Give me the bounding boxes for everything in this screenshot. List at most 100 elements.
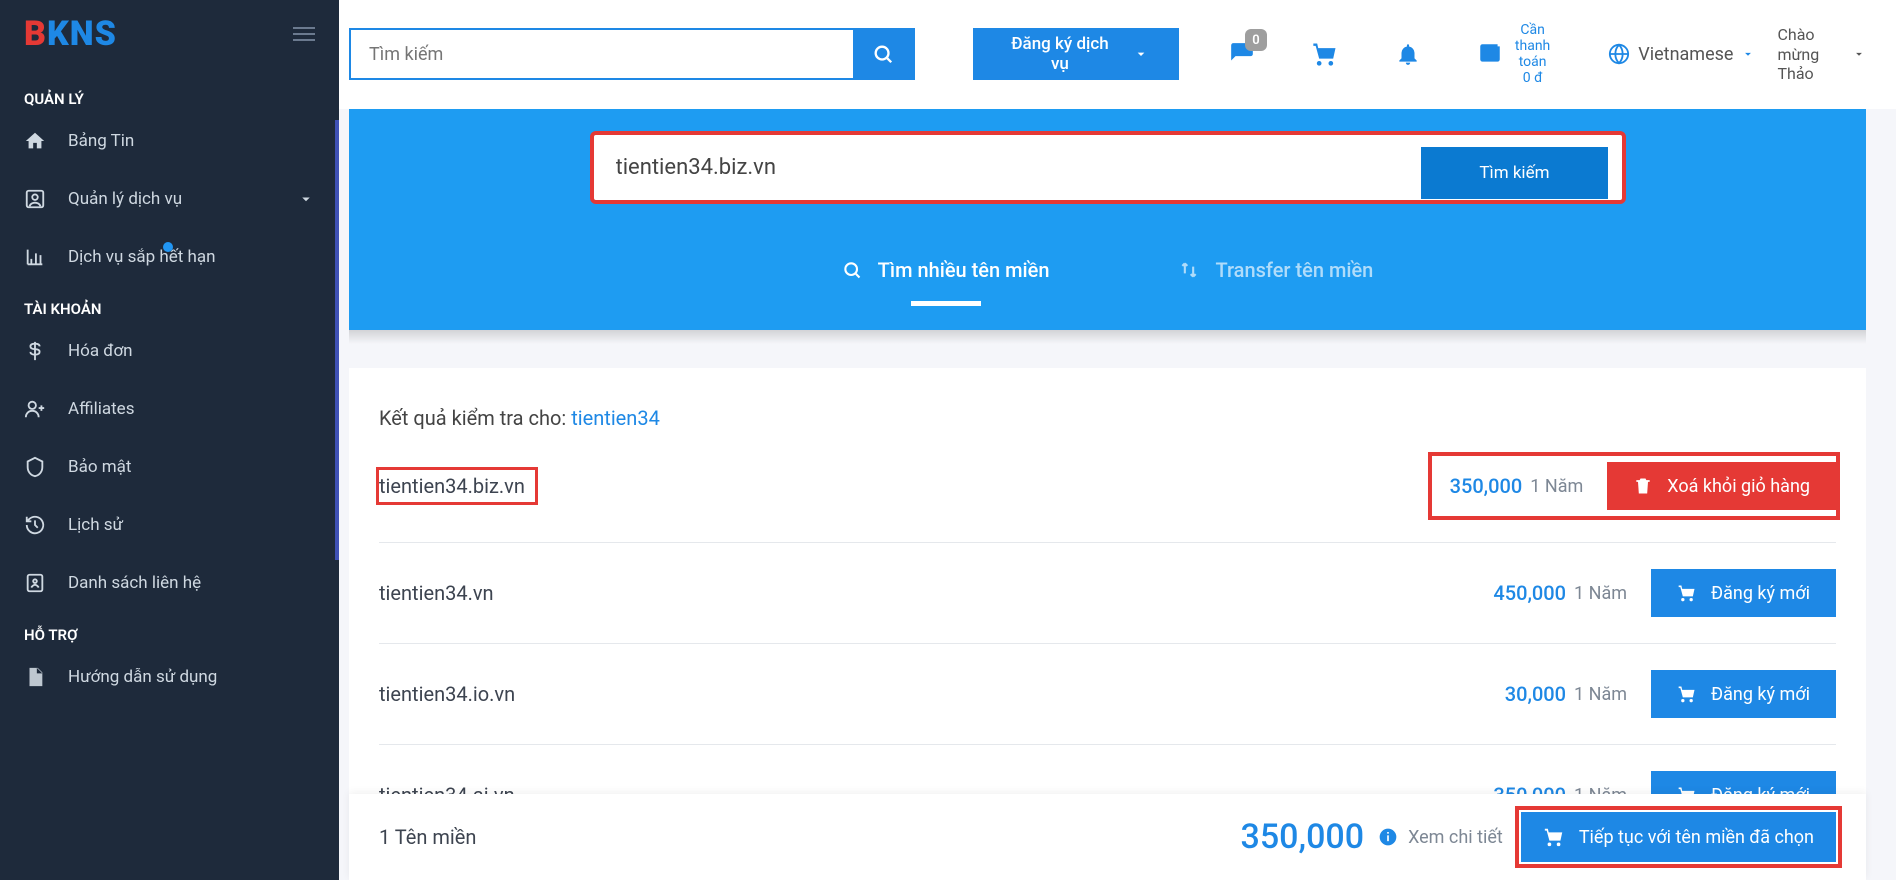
sidebar-item-label: Affiliates [68,399,134,419]
result-row: tientien34.vn 450,000 1 Năm Đăng ký mới [379,543,1836,644]
sidebar-section-account: TÀI KHOẢN [0,286,339,322]
sidebar-item-history[interactable]: Lịch sử [0,496,339,554]
button-label: Đăng ký mới [1711,684,1810,705]
cart-count: 1 Tên miền [379,825,1241,849]
sidebar-section-support: HỖ TRỢ [0,612,339,648]
home-icon [24,130,46,152]
sidebar-item-label: Lịch sử [68,515,123,535]
tab-label: Transfer tên miền [1215,258,1373,282]
sidebar-item-contacts[interactable]: Danh sách liên hệ [0,554,339,612]
results-panel: Kết quả kiểm tra cho: tientien34 tientie… [349,368,1866,845]
dollar-icon [24,340,46,362]
document-icon [24,666,46,688]
bell-icon[interactable] [1395,41,1421,67]
notification-dot [163,242,173,252]
domain-search-card: Tìm kiếm [592,133,1624,202]
sidebar-item-services[interactable]: Quản lý dịch vụ [0,170,339,228]
hero-shadow [349,330,1866,344]
sidebar-section-manage: QUẢN LÝ [0,76,339,112]
results-title-prefix: Kết quả kiểm tra cho: [379,406,571,430]
chevron-down-icon [1133,46,1149,62]
sidebar-item-label: Quản lý dịch vụ [68,189,182,209]
button-label: Xoá khỏi giỏ hàng [1667,476,1810,497]
search-icon [872,43,894,65]
user-card-icon [24,188,46,210]
result-price: 450,000 [1493,581,1566,605]
tab-transfer-domain[interactable]: Transfer tên miền [1179,258,1373,294]
sidebar-item-label: Danh sách liên hệ [68,573,201,593]
result-domain: tientien34.vn [379,581,1493,605]
users-plus-icon [24,398,46,420]
menu-toggle-icon[interactable] [293,27,315,41]
tab-label: Tìm nhiều tên miền [878,258,1050,282]
results-query-link[interactable]: tientien34 [571,406,660,430]
search-input[interactable] [351,30,853,78]
result-period: 1 Năm [1574,583,1627,604]
results-title: Kết quả kiểm tra cho: tientien34 [379,406,1836,430]
sidebar-item-label: Hướng dẫn sử dụng [68,667,217,687]
search-icon [842,260,862,280]
chart-icon [24,246,46,268]
language-switch[interactable]: Vietnamese [1608,43,1755,65]
user-greeting: Chào mừng Thảo [1777,25,1844,83]
trash-icon [1633,476,1653,496]
register-label: Đăng ký dịch vụ [1003,34,1117,74]
result-domain: tientien34.io.vn [379,682,1505,706]
remove-from-cart-button[interactable]: Xoá khỏi giỏ hàng [1607,462,1836,510]
sidebar: BKNS QUẢN LÝ Bảng Tin Quản lý dịch vụ Dị… [0,0,339,880]
continue-button[interactable]: Tiếp tục với tên miền đã chọn [1521,812,1836,862]
pending-payment[interactable]: Cần thanh toán 0 đ [1477,22,1552,86]
sidebar-item-affiliates[interactable]: Affiliates [0,380,339,438]
info-icon[interactable] [1378,827,1398,847]
result-domain: tientien34.biz.vn [379,474,1432,498]
sidebar-item-label: Bảng Tin [68,131,134,151]
sidebar-item-security[interactable]: Bảo mật [0,438,339,496]
cart-icon [1543,826,1565,848]
transfer-icon [1179,260,1199,280]
result-period: 1 Năm [1530,476,1583,497]
domain-search-hero: Tìm kiếm Tìm nhiều tên miền Transfer tên… [349,109,1866,330]
result-price: 350,000 [1450,474,1523,498]
topbar: Đăng ký dịch vụ 0 Cần thanh toán 0 đ [339,0,1896,109]
sidebar-item-invoices[interactable]: Hóa đơn [0,322,339,380]
result-row: tientien34.biz.vn 350,000 1 Năm Xoá khỏi… [379,430,1836,543]
cart-icon[interactable] [1311,40,1339,68]
tab-multi-domain[interactable]: Tìm nhiều tên miền [842,258,1050,294]
chat-icon[interactable]: 0 [1229,41,1255,67]
cart-icon [1677,684,1697,704]
sidebar-item-dashboard[interactable]: Bảng Tin [0,112,339,170]
search-button[interactable] [853,30,913,78]
button-label: Đăng ký mới [1711,583,1810,604]
language-label: Vietnamese [1638,44,1733,65]
sidebar-item-label: Dịch vụ sắp hết hạn [68,247,216,267]
domain-search-input[interactable] [616,155,1444,180]
register-button[interactable]: Đăng ký mới [1651,670,1836,718]
domain-search-button[interactable]: Tìm kiếm [1421,147,1607,199]
history-icon [24,514,46,536]
contacts-icon [24,572,46,594]
sidebar-item-guide[interactable]: Hướng dẫn sử dụng [0,648,339,706]
main: Đăng ký dịch vụ 0 Cần thanh toán 0 đ [339,0,1896,880]
cart-icon [1677,583,1697,603]
sidebar-item-label: Bảo mật [68,457,131,477]
global-search [349,28,915,80]
caret-down-icon [1852,47,1866,61]
cart-total: 350,000 [1241,817,1365,857]
view-detail-link[interactable]: Xem chi tiết [1408,827,1503,848]
result-period: 1 Năm [1574,684,1627,705]
cart-footer: 1 Tên miền 350,000 Xem chi tiết Tiếp tục… [349,794,1866,880]
register-button[interactable]: Đăng ký mới [1651,569,1836,617]
chat-badge: 0 [1245,29,1267,51]
sidebar-item-expiring[interactable]: Dịch vụ sắp hết hạn [0,228,339,286]
pay-value: 0 đ [1513,70,1552,86]
pay-label: Cần thanh toán [1513,22,1552,70]
caret-down-icon [1741,47,1755,61]
wallet-icon [1477,41,1503,67]
shield-icon [24,456,46,478]
register-service-button[interactable]: Đăng ký dịch vụ [973,28,1179,80]
button-label: Tiếp tục với tên miền đã chọn [1579,827,1814,848]
sidebar-item-label: Hóa đơn [68,341,133,361]
logo[interactable]: BKNS [24,14,117,54]
result-row: tientien34.io.vn 30,000 1 Năm Đăng ký mớ… [379,644,1836,745]
user-menu[interactable]: Chào mừng Thảo [1777,25,1866,83]
